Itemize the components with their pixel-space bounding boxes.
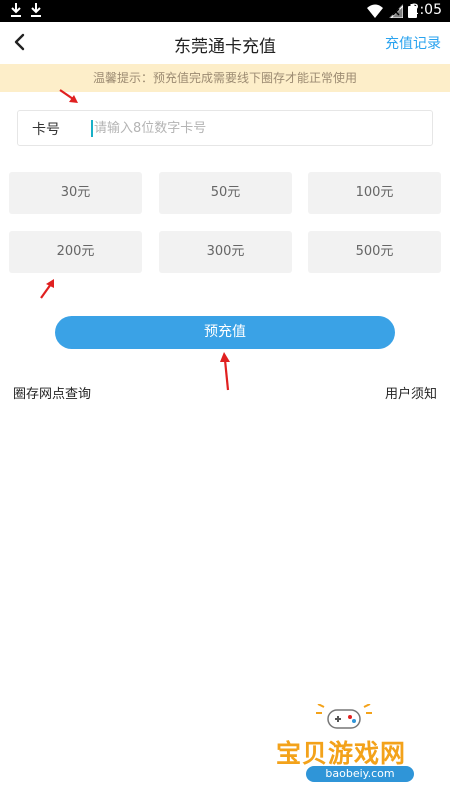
card-number-input[interactable] xyxy=(94,116,414,140)
amount-option[interactable]: 50元 xyxy=(159,172,292,214)
loading-point-query-link[interactable]: 圈存网点查询 xyxy=(13,383,91,402)
signal-icon xyxy=(389,4,403,18)
annotation-arrow-icon xyxy=(220,352,230,391)
nav-bar: 东莞通卡充值 充值记录 xyxy=(0,22,450,64)
annotation-arrow-icon xyxy=(40,279,54,299)
amount-option[interactable]: 30元 xyxy=(9,172,142,214)
page-title: 东莞通卡充值 xyxy=(174,37,276,57)
gamepad-logo-icon xyxy=(316,704,372,729)
pre-recharge-button[interactable]: 预充值 xyxy=(55,316,395,349)
download-icon xyxy=(31,3,41,17)
notice-banner: 温馨提示：预充值完成需要线下圈存才能正常使用 xyxy=(0,64,450,92)
amount-option[interactable]: 300元 xyxy=(159,231,292,273)
download-icon xyxy=(11,3,21,17)
wifi-icon xyxy=(367,4,383,18)
watermark-text: 宝贝游戏网 xyxy=(276,739,407,768)
status-time: 2:05 xyxy=(410,2,442,18)
amount-option[interactable]: 500元 xyxy=(308,231,441,273)
user-notice-link[interactable]: 用户须知 xyxy=(385,383,437,402)
amount-option[interactable]: 100元 xyxy=(308,172,441,214)
status-bar: 2:05 xyxy=(0,0,450,22)
card-number-label: 卡号 xyxy=(32,122,60,138)
recharge-records-link[interactable]: 充值记录 xyxy=(385,33,441,53)
text-cursor xyxy=(91,120,93,137)
watermark: 宝贝游戏网 baobeiy.com xyxy=(262,700,442,788)
card-number-row: 卡号 xyxy=(17,110,433,146)
amount-option[interactable]: 200元 xyxy=(9,231,142,273)
watermark-url: baobeiy.com xyxy=(306,766,414,782)
